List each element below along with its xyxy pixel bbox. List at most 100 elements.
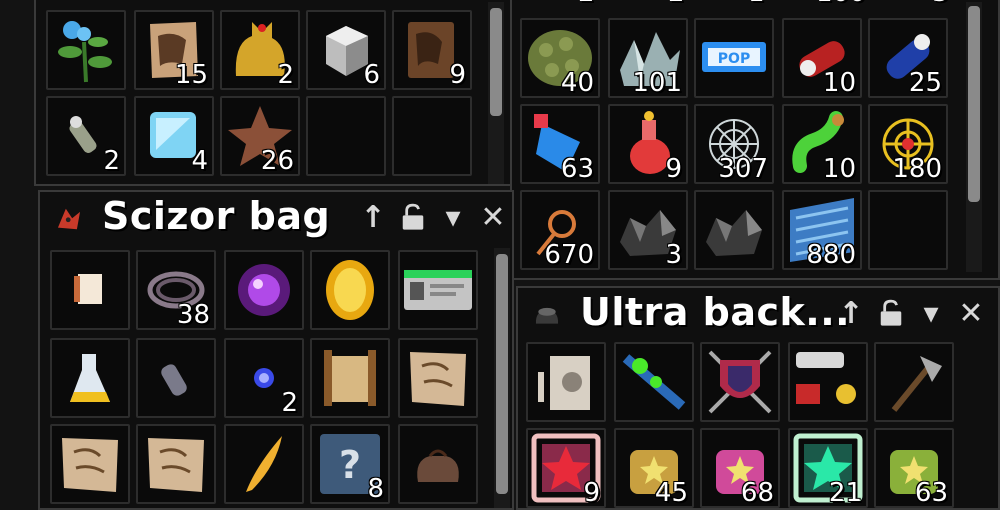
window-title: Scizor bag (102, 194, 331, 238)
item-slot-red-capsule[interactable]: 10 (782, 18, 862, 98)
item-slot-empty[interactable] (392, 96, 472, 176)
move-up-button[interactable]: ↑ (356, 200, 390, 235)
item-slot-book[interactable]: 9 (392, 10, 472, 90)
purple-orb-icon (226, 252, 302, 328)
multi-tool-icon (616, 344, 692, 420)
parchment-map-icon (138, 426, 214, 502)
item-quantity: 1 (748, 0, 765, 8)
item-slot-red-potion[interactable]: 9 (608, 104, 688, 184)
axe-icon (876, 344, 952, 420)
item-slot-empty[interactable] (868, 190, 948, 270)
item-quantity: 9 (449, 60, 466, 90)
item-slot-magnifier[interactable]: 670 (520, 190, 600, 270)
item-quantity: 25 (908, 68, 942, 98)
item-quantity: 68 (740, 478, 774, 508)
item-slot-dark-rubble[interactable] (694, 190, 774, 270)
item-slot-brown-pouch[interactable] (398, 424, 478, 504)
item-slot-parchment-map[interactable] (398, 338, 478, 418)
item-slot-speaker-device[interactable] (526, 342, 606, 422)
item-slot-grey-tube[interactable] (136, 338, 216, 418)
scrollbar[interactable] (488, 2, 504, 184)
move-up-button[interactable]: ↑ (834, 296, 868, 331)
item-quantity: 10 (822, 68, 856, 98)
lock-button[interactable] (396, 200, 430, 234)
window-title-bar[interactable]: Ultra back... ↑ ▾ ✕ (518, 288, 998, 340)
item-slot-spider-web[interactable]: 307 (694, 104, 774, 184)
item-slot-machine-parts[interactable] (788, 342, 868, 422)
item-slot-blue-spark[interactable]: 2 (224, 338, 304, 418)
scrollbar[interactable] (966, 2, 982, 272)
item-slot-blue-flower[interactable] (46, 10, 126, 90)
item-slot-green-star-bag[interactable]: 63 (874, 428, 954, 508)
item-slot-golden-gem[interactable] (310, 250, 390, 330)
item-slot-mystery-box[interactable]: 8 (310, 424, 390, 504)
window-title: Ultra back... (580, 290, 851, 334)
backpack-icon (530, 300, 564, 330)
item-quantity: 880 (806, 240, 856, 270)
item-slot-cat-statue[interactable]: 2 (220, 10, 300, 90)
close-button[interactable]: ✕ (476, 200, 510, 235)
item-slot-empty[interactable] (306, 96, 386, 176)
item-slot-golden-web[interactable]: 180 (868, 104, 948, 184)
item-slot-green-star-badge[interactable]: 21 (788, 428, 868, 508)
item-slot-shield-swords[interactable] (700, 342, 780, 422)
item-slot-blue-potion[interactable]: 63 (520, 104, 600, 184)
item-quantity: 63 (914, 478, 948, 508)
item-slot-pop-ticket[interactable] (694, 18, 774, 98)
item-quantity: 3 (932, 0, 949, 8)
lock-icon (398, 202, 428, 232)
item-slot-blue-capsule[interactable]: 25 (868, 18, 948, 98)
item-quantity: 180 (892, 154, 942, 184)
item-slot-green-potion[interactable]: 10 (782, 104, 862, 184)
item-slot-pink-star-bag[interactable]: 68 (700, 428, 780, 508)
item-slot-blue-scales[interactable]: 880 (782, 190, 862, 270)
close-button[interactable]: ✕ (954, 296, 988, 331)
item-slot-ice-cube[interactable]: 4 (134, 96, 214, 176)
item-slot-note-card[interactable] (50, 250, 130, 330)
window-title-bar[interactable]: Scizor bag ↑ ▾ ✕ (40, 192, 512, 244)
item-slot-seed-pod[interactable]: 40 (520, 18, 600, 98)
item-quantity: 2 (277, 60, 294, 90)
parchment-map-icon (52, 426, 128, 502)
item-slot-bronze-star[interactable]: 26 (220, 96, 300, 176)
blue-flower-plant-icon (48, 12, 124, 88)
item-slot-dark-rocks[interactable]: 3 (608, 190, 688, 270)
item-quantity: 9 (665, 154, 682, 184)
item-quantity: 26 (260, 146, 294, 176)
item-quantity: 307 (718, 154, 768, 184)
item-quantity: 10 (822, 154, 856, 184)
minimize-button[interactable]: ▾ (436, 200, 470, 235)
item-slot-parchment[interactable]: 15 (134, 10, 214, 90)
item-quantity: 45 (654, 478, 688, 508)
item-slot-red-star-badge[interactable]: 9 (526, 428, 606, 508)
item-slot-parchment-map[interactable] (136, 424, 216, 504)
item-slot-golden-feather[interactable] (224, 424, 304, 504)
item-slot-purple-orb[interactable] (224, 250, 304, 330)
item-slot-axe[interactable] (874, 342, 954, 422)
item-quantity: 38 (176, 300, 210, 330)
item-slot-parchment-map[interactable] (50, 424, 130, 504)
item-slot-vial[interactable]: 2 (46, 96, 126, 176)
item-slot-gold-star-bag[interactable]: 45 (614, 428, 694, 508)
parchment-map-icon (400, 340, 476, 416)
item-quantity: 4 (191, 146, 208, 176)
item-quantity: 2 (668, 0, 685, 8)
scroll-thumb[interactable] (496, 254, 508, 494)
item-quantity: 2 (281, 388, 298, 418)
scrollbar[interactable] (494, 248, 510, 508)
minimize-button[interactable]: ▾ (914, 296, 948, 331)
scroll-thumb[interactable] (968, 6, 980, 202)
item-quantity: 40 (560, 68, 594, 98)
speaker-device-icon (528, 344, 604, 420)
item-slot-rope[interactable]: 38 (136, 250, 216, 330)
item-slot-multi-tool[interactable] (614, 342, 694, 422)
ancient-scroll-icon (312, 340, 388, 416)
lock-button[interactable] (874, 296, 908, 330)
scroll-thumb[interactable] (490, 8, 502, 116)
item-slot-ancient-scroll[interactable] (310, 338, 390, 418)
item-slot-yellow-flask[interactable] (50, 338, 130, 418)
item-slot-id-card[interactable] (398, 250, 478, 330)
item-slot-crystal-shards[interactable]: 101 (608, 18, 688, 98)
item-quantity: 15 (174, 60, 208, 90)
item-slot-silver-cube[interactable]: 6 (306, 10, 386, 90)
